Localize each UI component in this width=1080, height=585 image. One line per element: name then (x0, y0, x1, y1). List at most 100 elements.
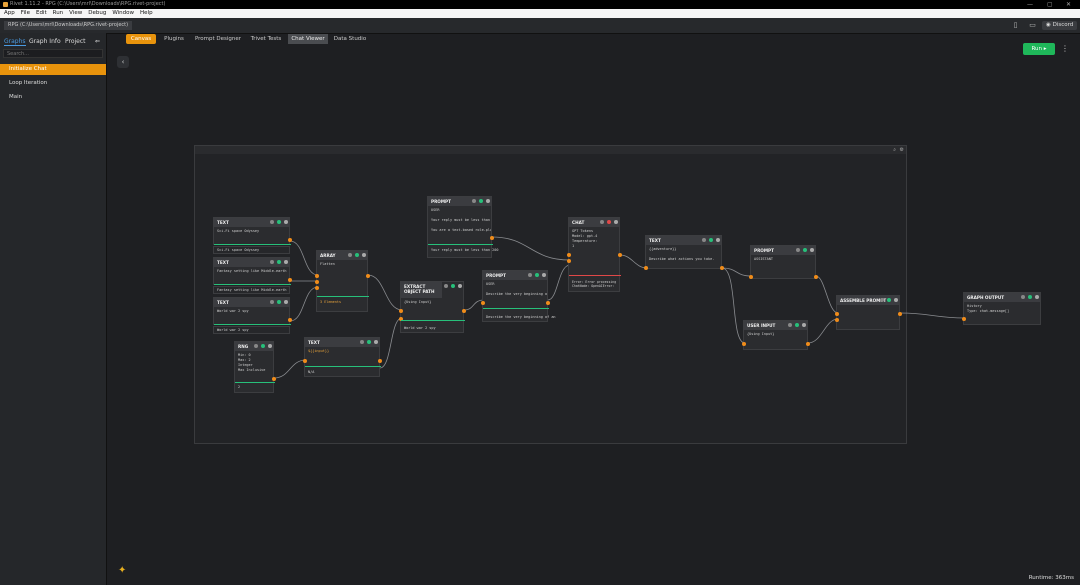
output-port[interactable] (806, 342, 810, 346)
zoom-icon[interactable] (270, 220, 274, 224)
node-extract-object-path[interactable]: EXTRACT OBJECT PATH {Using Input} World … (399, 281, 466, 333)
node-graph-output[interactable]: GRAPH OUTPUT History Type: chat-message[… (962, 292, 1041, 325)
zoom-icon[interactable] (444, 284, 448, 288)
play-icon[interactable] (1028, 295, 1032, 299)
play-icon[interactable] (535, 273, 539, 277)
gear-icon[interactable] (810, 248, 814, 252)
input-port[interactable] (315, 280, 319, 284)
output-port[interactable] (814, 275, 818, 279)
node-user-input[interactable]: USER INPUT {Using Input} (742, 320, 810, 350)
input-port[interactable] (567, 253, 571, 257)
node-chat[interactable]: CHAT GPT Tokens Model: gpt-4 Temperature… (567, 217, 622, 292)
zoom-icon[interactable] (270, 260, 274, 264)
zoom-icon[interactable] (600, 220, 604, 224)
zoom-icon[interactable] (360, 340, 364, 344)
gear-icon[interactable] (284, 260, 288, 264)
output-port[interactable] (462, 309, 466, 313)
play-icon[interactable] (277, 260, 281, 264)
input-port[interactable] (742, 342, 746, 346)
output-value: Sci-Fi space Odyssey (217, 248, 260, 252)
input-port[interactable] (835, 312, 839, 316)
node-body: World war 2 spy (217, 309, 249, 313)
gear-icon[interactable] (374, 340, 378, 344)
gear-icon[interactable] (486, 199, 490, 203)
gear-icon[interactable] (458, 284, 462, 288)
play-icon[interactable] (479, 199, 483, 203)
wire-prompt1-chat (491, 236, 571, 261)
input-port[interactable] (399, 309, 403, 313)
node-text-input[interactable]: TEXT ${{input}} N/A (303, 337, 382, 377)
node-text-fantasy[interactable]: TEXT Fantasy setting like Middle-earth (213, 257, 292, 285)
gear-icon[interactable] (1035, 295, 1039, 299)
zoom-icon[interactable] (270, 300, 274, 304)
sparkle-icon[interactable]: ✦ (118, 565, 126, 576)
zoom-icon[interactable] (1021, 295, 1025, 299)
gear-icon[interactable] (362, 253, 366, 257)
node-prompt-user[interactable]: PROMPT USER Describe the very beginning … (481, 270, 556, 322)
input-port[interactable] (835, 318, 839, 322)
play-icon[interactable] (261, 344, 265, 348)
output-port[interactable] (546, 301, 550, 305)
node-array[interactable]: ARRAY Flatten 3 Elements (315, 250, 370, 312)
node-assemble-prompt[interactable]: ASSEMBLE PROMPT (835, 295, 902, 330)
node-text-adventure[interactable]: TEXT {{adventure}} Describe what actions… (644, 235, 724, 270)
input-port[interactable] (749, 275, 753, 279)
output-port[interactable] (272, 377, 276, 381)
gear-icon[interactable] (716, 238, 720, 242)
play-icon[interactable] (355, 253, 359, 257)
output-port[interactable] (288, 238, 292, 242)
play-icon[interactable] (795, 323, 799, 327)
input-port[interactable] (481, 301, 485, 305)
node-body: Min: 0 Max: 2 Integer Max Inclusive (238, 353, 266, 372)
gear-icon[interactable] (614, 220, 618, 224)
play-icon[interactable] (803, 248, 807, 252)
zoom-icon[interactable] (880, 298, 884, 302)
zoom-icon[interactable] (788, 323, 792, 327)
input-port[interactable] (567, 259, 571, 263)
output-port[interactable] (898, 312, 902, 316)
zoom-icon[interactable] (472, 199, 476, 203)
gear-icon[interactable] (542, 273, 546, 277)
output-port[interactable] (618, 253, 622, 257)
gear-icon[interactable] (284, 220, 288, 224)
play-icon[interactable] (451, 284, 455, 288)
play-icon[interactable] (709, 238, 713, 242)
output-port[interactable] (366, 274, 370, 278)
output-port[interactable] (378, 359, 382, 363)
output-port[interactable] (288, 278, 292, 282)
zoom-icon[interactable] (702, 238, 706, 242)
node-prompt-assistant[interactable]: PROMPT ASSISTANT (749, 245, 818, 279)
output-port[interactable] (288, 318, 292, 322)
play-icon[interactable] (367, 340, 371, 344)
error-icon[interactable] (607, 220, 611, 224)
gear-icon[interactable] (894, 298, 898, 302)
input-port[interactable] (315, 286, 319, 290)
play-icon[interactable] (277, 220, 281, 224)
play-icon[interactable] (277, 300, 281, 304)
zoom-icon[interactable] (348, 253, 352, 257)
zoom-icon[interactable] (254, 344, 258, 348)
node-body: {{adventure}} Describe what actions you … (649, 247, 715, 261)
play-icon[interactable] (887, 298, 891, 302)
input-port[interactable] (644, 266, 648, 270)
output-value: Describe the very beginning of an (486, 315, 556, 319)
wire-text1-array (289, 240, 319, 276)
zoom-icon[interactable] (796, 248, 800, 252)
gear-icon[interactable] (284, 300, 288, 304)
node-output-text-fantasy: Fantasy setting like Middle-earth (213, 286, 290, 294)
gear-icon[interactable] (268, 344, 272, 348)
output-port[interactable] (720, 266, 724, 270)
input-port[interactable] (303, 359, 307, 363)
node-prompt-system[interactable]: PROMPT USER Your reply must be less than… (427, 196, 498, 258)
node-rng[interactable]: RNG Min: 0 Max: 2 Integer Max Inclusive … (234, 341, 276, 393)
chat-error-text: Error: Error processing ChatNode: OpenAI… (572, 280, 617, 288)
node-error-bar (569, 275, 621, 276)
node-body: USER Describe the very beginning of an (486, 282, 547, 296)
gear-icon[interactable] (802, 323, 806, 327)
node-text-ww2[interactable]: TEXT World war 2 spy (213, 297, 292, 325)
node-text-scifi[interactable]: TEXT Sci-Fi space Odyssey (213, 217, 292, 245)
output-port[interactable] (490, 236, 494, 240)
zoom-icon[interactable] (528, 273, 532, 277)
input-port[interactable] (962, 317, 966, 321)
input-port[interactable] (315, 274, 319, 278)
